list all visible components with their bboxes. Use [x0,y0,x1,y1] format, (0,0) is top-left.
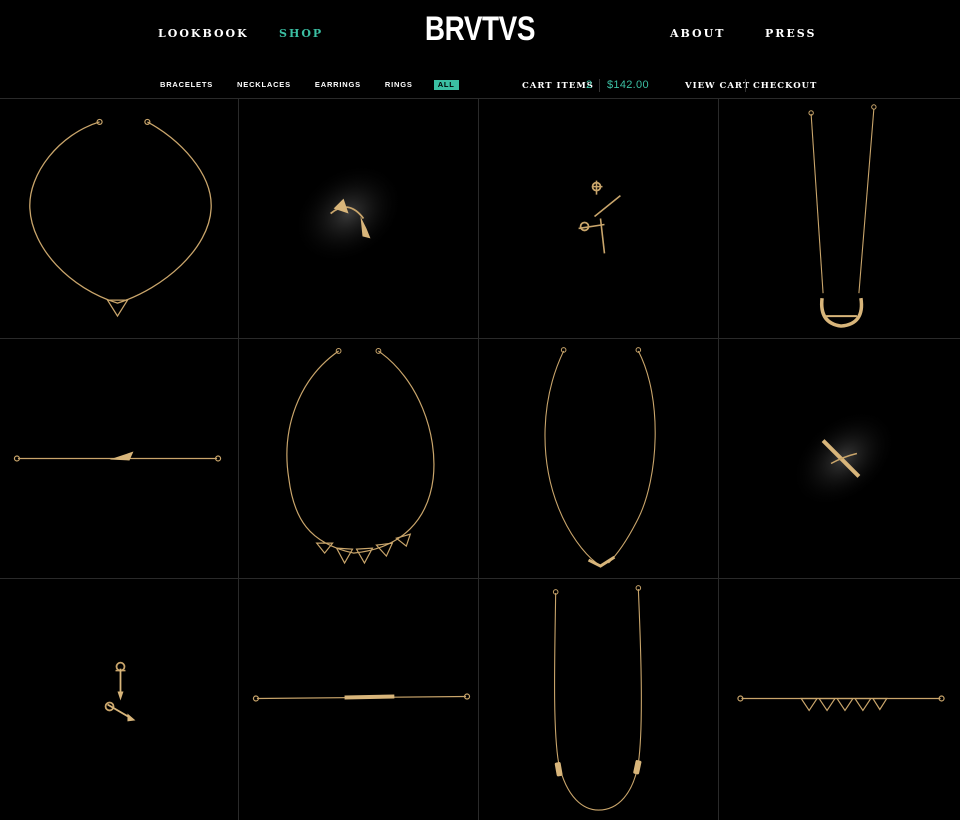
nav-about[interactable]: ABOUT [670,27,725,40]
divider [745,79,746,92]
product-tile[interactable] [239,339,479,579]
spike-ring-icon [293,163,404,264]
category-filter: BRACELETS NECKLACES EARRINGS RINGS ALL [160,80,483,90]
arrow-stud-earrings-icon [104,661,136,722]
category-all[interactable]: ALL [433,80,459,90]
checkout-link[interactable]: CHECKOUT [753,81,817,91]
category-rings[interactable]: RINGS [385,80,413,90]
double-charm-necklace-icon [552,585,642,811]
product-tile[interactable] [479,99,719,339]
category-bracelets[interactable]: BRACELETS [160,80,213,90]
product-tile[interactable] [719,99,960,339]
product-tile[interactable] [479,339,719,579]
cart-total: $142.00 [607,79,649,91]
spike-bracelet-icon [13,451,222,462]
bar-bracelet-icon [252,693,471,702]
bar-ring-icon [791,409,897,508]
product-tile[interactable] [719,339,960,579]
category-necklaces[interactable]: NECKLACES [237,80,291,90]
category-earrings[interactable]: EARRINGS [315,80,361,90]
triangle-pendant-necklace-icon [29,118,212,318]
product-tile[interactable] [0,579,239,820]
multi-triangle-necklace-icon [286,348,435,565]
divider [599,79,600,92]
product-tile[interactable] [479,579,719,820]
chevron-pendant-necklace-icon [544,347,656,568]
product-tile[interactable] [0,99,239,339]
product-tile[interactable] [239,579,479,820]
product-tile[interactable] [239,99,479,339]
horseshoe-pendant-necklace-icon [808,104,877,328]
cart-items-label: CART ITEMS [522,81,594,91]
multi-triangle-bracelet-icon [737,695,945,712]
view-cart-link[interactable]: VIEW CART [685,81,750,91]
product-tile[interactable] [719,579,960,820]
product-tile[interactable] [0,339,239,579]
cart-count: 2 [586,79,593,91]
brand-logo[interactable]: BRVTVS [86,10,873,49]
nav-press[interactable]: PRESS [765,27,816,40]
product-grid [0,98,960,820]
bar-stud-earrings-icon [578,180,621,254]
